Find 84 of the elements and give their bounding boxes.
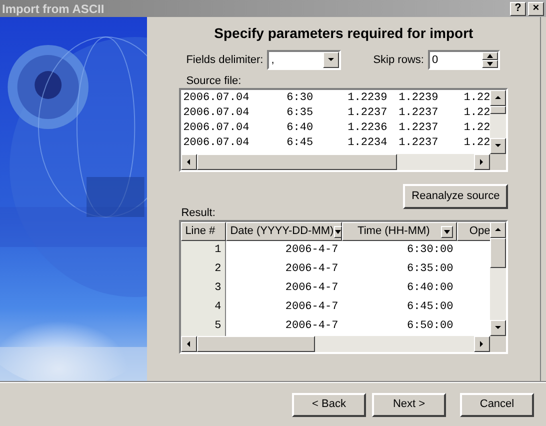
table-cell-text: 2006-4-7 bbox=[284, 262, 340, 278]
field-label: Fields delimiter: bbox=[186, 52, 264, 68]
spin-up-icon[interactable] bbox=[486, 54, 493, 58]
column-header[interactable]: Date (YYYY-DD-MM) bbox=[226, 222, 342, 241]
delimiter-dropdown[interactable]: , bbox=[267, 50, 342, 70]
vertical-scrollbar[interactable] bbox=[490, 222, 506, 336]
next-button[interactable]: Next > bbox=[372, 392, 446, 416]
source-text: 6:30 bbox=[286, 91, 314, 106]
skip-rows-spinner[interactable]: 0 bbox=[428, 50, 500, 70]
source-text: 2006.07.04 bbox=[183, 91, 250, 106]
help-button[interactable]: ? bbox=[510, 2, 526, 16]
source-text: 2006.07.04 bbox=[183, 121, 250, 136]
table-cell-text: 6:50:00 bbox=[406, 319, 454, 334]
column-header[interactable]: Ope bbox=[457, 222, 490, 241]
triangle-down-icon bbox=[327, 56, 336, 64]
scrollbar-thumb[interactable] bbox=[490, 238, 506, 268]
row-number: 2 bbox=[181, 260, 226, 279]
triangle-down-icon bbox=[334, 230, 341, 234]
scroll-down-button[interactable] bbox=[490, 138, 506, 154]
row-number: 4 bbox=[181, 298, 226, 317]
scrollbar-corner bbox=[490, 154, 506, 170]
cancel-button[interactable]: Cancel bbox=[460, 392, 534, 416]
source-text: 1.22 bbox=[462, 91, 490, 106]
close-button[interactable]: × bbox=[528, 2, 544, 16]
back-button[interactable]: < Back bbox=[292, 392, 366, 416]
column-dropdown-button[interactable] bbox=[441, 226, 454, 238]
table-cell-text: 2006-4-7 bbox=[284, 300, 340, 316]
source-text: 1.2237 bbox=[398, 121, 438, 136]
field-label: Skip rows: bbox=[373, 52, 424, 68]
source-text: 6:40 bbox=[286, 121, 314, 136]
scroll-right-button[interactable] bbox=[474, 336, 490, 352]
source-text: 1.2237 bbox=[398, 136, 438, 151]
source-text: 2006.07.04 bbox=[183, 136, 250, 151]
horizontal-scrollbar[interactable] bbox=[181, 336, 490, 352]
source-text: 1.2239 bbox=[346, 91, 388, 106]
scrollbar-thumb[interactable] bbox=[490, 106, 506, 114]
source-text: 1.22 bbox=[462, 121, 490, 136]
source-text: 1.2239 bbox=[398, 91, 438, 106]
scroll-up-button[interactable] bbox=[490, 222, 506, 238]
source-file-box[interactable]: 2006.07.04 6:30 1.2239 1.2239 1.22 2006.07.04 6:35 1.2237 1.2237 1.22 2006.07.04 6:40 1.2236 1.2237 1.22 2006.07.04 6:45 1.2234 1.2237 1.22 bbox=[179, 88, 508, 172]
source-text: 1.2236 bbox=[346, 121, 388, 136]
table-cell-text: 2006-4-7 bbox=[284, 319, 340, 334]
triangle-up-icon bbox=[494, 94, 502, 102]
table-cell-text: 6:35:00 bbox=[406, 262, 454, 278]
scroll-left-button[interactable] bbox=[181, 336, 198, 352]
horizontal-scrollbar[interactable] bbox=[181, 154, 490, 170]
row-number: 1 bbox=[181, 241, 226, 260]
page-heading: Specify parameters required for import bbox=[213, 24, 474, 43]
row-number: 5 bbox=[181, 317, 226, 336]
field-label: Source file: bbox=[186, 74, 242, 87]
source-text: 6:45 bbox=[286, 136, 314, 151]
row-number: 3 bbox=[181, 279, 226, 298]
vertical-scrollbar[interactable] bbox=[490, 90, 506, 154]
triangle-down-icon bbox=[494, 324, 502, 332]
table-cell-text: 6:30:00 bbox=[406, 243, 454, 258]
scrollbar-corner bbox=[490, 336, 506, 352]
source-text: 1.22 bbox=[462, 106, 490, 121]
spin-down-icon[interactable] bbox=[486, 62, 493, 66]
source-text: 1.2234 bbox=[346, 136, 388, 151]
window-title: Import from ASCII bbox=[2, 0, 106, 18]
triangle-up-icon bbox=[494, 226, 502, 234]
table-cell-text: 6:45:00 bbox=[406, 300, 454, 316]
triangle-down-icon bbox=[444, 230, 450, 234]
scroll-up-button[interactable] bbox=[490, 90, 506, 106]
column-header[interactable]: Line # bbox=[181, 222, 226, 241]
source-text: 1.2237 bbox=[398, 106, 438, 121]
result-grid[interactable]: Line # Date (YYYY-DD-MM) Time (HH-MM) Ope 1 2006-4-7 6:30:00 2 2006-4-7 6:35:00 3 2006-4-7 6:40:00 4 2006-4-7 6:45:00 5 2006-4-7 6:50:00 bbox=[179, 220, 508, 354]
source-text: 6:35 bbox=[286, 106, 314, 121]
scroll-down-button[interactable] bbox=[490, 320, 506, 336]
triangle-down-icon bbox=[494, 142, 502, 150]
table-cell-text: 2006-4-7 bbox=[284, 281, 340, 296]
column-header[interactable]: Time (HH-MM) bbox=[342, 222, 458, 241]
scroll-right-button[interactable] bbox=[474, 154, 490, 170]
column-dropdown-button[interactable] bbox=[334, 226, 342, 238]
scrollbar-thumb[interactable] bbox=[197, 336, 316, 352]
source-text: 1.22 bbox=[462, 136, 490, 151]
table-cell-text: 6:40:00 bbox=[406, 281, 454, 296]
scrollbar-thumb[interactable] bbox=[197, 154, 398, 170]
field-label: Result: bbox=[181, 206, 216, 219]
source-text: 2006.07.04 bbox=[183, 106, 250, 121]
source-text: 1.2237 bbox=[346, 106, 388, 121]
table-cell-text: 2006-4-7 bbox=[284, 243, 340, 258]
scroll-left-button[interactable] bbox=[181, 154, 198, 170]
reanalyze-source-button[interactable]: Reanalyze source bbox=[403, 184, 508, 209]
